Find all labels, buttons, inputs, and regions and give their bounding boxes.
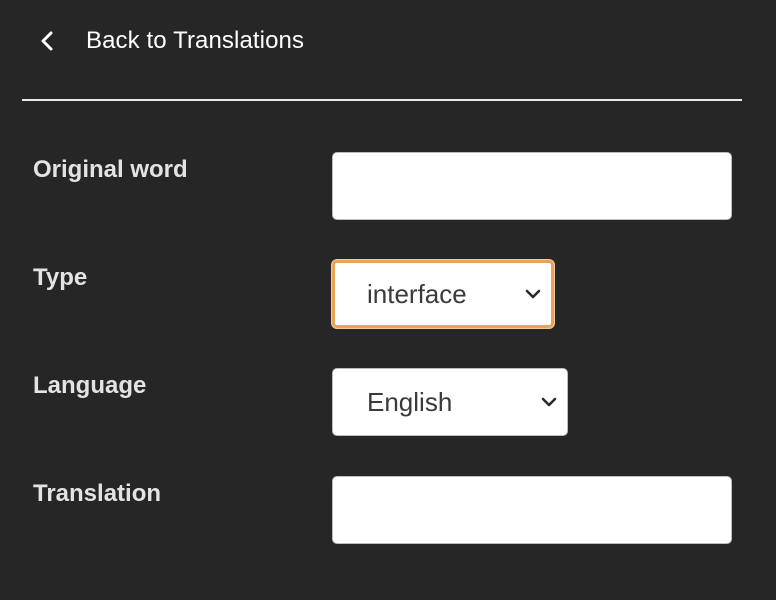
translation-input[interactable] (332, 476, 732, 544)
translation-label: Translation (33, 480, 162, 507)
chevron-down-icon (539, 392, 559, 412)
back-to-translations-link[interactable]: Back to Translations (36, 18, 304, 64)
original-word-label: Original word (33, 156, 188, 183)
language-label: Language (33, 372, 147, 399)
type-label: Type (33, 264, 88, 291)
chevron-down-icon (523, 284, 543, 304)
language-select[interactable]: English (332, 368, 568, 436)
language-select-value: English (367, 386, 453, 417)
back-link-label: Back to Translations (86, 27, 305, 54)
chevron-left-icon (36, 30, 58, 52)
original-word-input[interactable] (332, 152, 732, 220)
type-select-value: interface (367, 278, 467, 309)
translation-form-page: Back to Translations Original word Type … (0, 0, 776, 600)
type-select[interactable]: interface (332, 260, 554, 328)
header-divider (22, 99, 742, 101)
